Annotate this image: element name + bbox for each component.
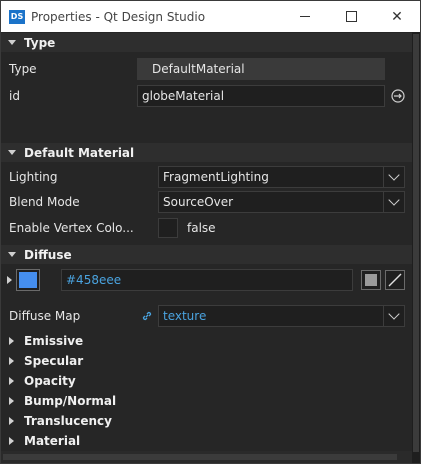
section-title: Translucency	[24, 414, 112, 428]
collapse-arrow-icon	[9, 357, 14, 365]
row-lighting: Lighting FragmentLighting	[1, 164, 412, 190]
section-title: Diffuse	[24, 247, 72, 262]
section-header-material[interactable]: Material	[1, 431, 412, 451]
section-header-type[interactable]: Type	[1, 33, 412, 52]
section-header-bump-normal[interactable]: Bump/Normal	[1, 391, 412, 411]
collapse-arrow-icon	[9, 377, 14, 385]
section-header-default-material[interactable]: Default Material	[1, 143, 412, 162]
row-diffuse-map: Diffuse Map texture	[1, 303, 412, 329]
section-header-opacity[interactable]: Opacity	[1, 371, 412, 391]
color-swatch[interactable]	[16, 269, 40, 291]
title-bar[interactable]: DS Properties - Qt Design Studio ✕	[1, 1, 420, 32]
window-title: Properties - Qt Design Studio	[31, 9, 206, 24]
row-blend-mode: Blend Mode SourceOver	[1, 189, 412, 215]
row-id: id globeMaterial	[1, 83, 412, 109]
color-hex-field[interactable]: #458eee	[61, 269, 353, 291]
type-value: DefaultMaterial	[137, 58, 385, 80]
section-title: Bump/Normal	[24, 394, 117, 408]
expand-color-editor-icon[interactable]	[7, 276, 12, 284]
maximize-icon	[345, 11, 357, 22]
vertical-scrollbar[interactable]	[412, 32, 420, 463]
horizontal-scrollbar[interactable]	[1, 451, 412, 463]
collapse-arrow-icon	[9, 437, 14, 445]
app-icon: DS	[9, 9, 25, 24]
diffuse-map-label: Diffuse Map	[9, 309, 81, 323]
expand-arrow-icon	[8, 40, 16, 45]
id-field[interactable]: globeMaterial	[137, 85, 385, 107]
link-icon[interactable]	[141, 310, 153, 322]
chevron-down-icon	[388, 308, 400, 320]
vertex-colors-checkbox[interactable]	[158, 218, 178, 238]
transparent-color-button[interactable]	[385, 270, 405, 290]
id-label: id	[9, 89, 20, 103]
section-header-diffuse[interactable]: Diffuse	[1, 245, 412, 264]
type-label: Type	[9, 62, 37, 76]
window-controls: ✕	[282, 1, 420, 32]
collapse-arrow-icon	[9, 397, 14, 405]
no-color-icon	[388, 273, 402, 287]
blend-mode-label: Blend Mode	[9, 195, 80, 209]
blend-mode-combobox[interactable]: SourceOver	[158, 191, 405, 213]
close-icon: ✕	[391, 8, 403, 25]
vertical-scrollbar-thumb[interactable]	[413, 34, 419, 452]
alias-export-icon[interactable]	[391, 89, 405, 103]
expand-arrow-icon	[8, 150, 16, 155]
section-header-emissive[interactable]: Emissive	[1, 331, 412, 351]
horizontal-scrollbar-thumb[interactable]	[3, 454, 397, 460]
chevron-down-icon	[388, 169, 400, 181]
row-vertex-colors: Enable Vertex Colo... false	[1, 215, 412, 241]
section-title: Specular	[24, 354, 84, 368]
section-header-translucency[interactable]: Translucency	[1, 411, 412, 431]
blend-mode-value: SourceOver	[163, 195, 234, 209]
chevron-down-icon	[388, 194, 400, 206]
solid-color-button[interactable]	[361, 270, 381, 290]
expand-arrow-icon	[8, 252, 16, 257]
vertex-colors-label: Enable Vertex Colo...	[9, 221, 134, 235]
row-type: Type DefaultMaterial	[1, 56, 412, 82]
color-swatch-fill	[19, 272, 37, 288]
row-diffuse-color: #458eee	[1, 266, 412, 294]
section-title: Type	[24, 35, 56, 50]
section-header-specular[interactable]: Specular	[1, 351, 412, 371]
section-title: Opacity	[24, 374, 76, 388]
section-title: Default Material	[24, 145, 135, 160]
section-title: Emissive	[24, 334, 84, 348]
properties-window: DS Properties - Qt Design Studio ✕ Type …	[0, 0, 421, 464]
collapse-arrow-icon	[9, 337, 14, 345]
solid-color-icon	[365, 274, 377, 286]
combo-arrow	[383, 167, 404, 187]
section-title: Material	[24, 434, 81, 448]
properties-panel: Type Type DefaultMaterial id globeMateri…	[1, 32, 420, 463]
combo-arrow	[383, 192, 404, 212]
lighting-label: Lighting	[9, 170, 58, 184]
combo-arrow	[383, 306, 404, 326]
collapse-arrow-icon	[9, 417, 14, 425]
maximize-button[interactable]	[328, 1, 374, 32]
close-button[interactable]: ✕	[374, 1, 420, 32]
diffuse-map-combobox[interactable]: texture	[158, 305, 405, 327]
lighting-value: FragmentLighting	[163, 170, 269, 184]
minimize-button[interactable]	[282, 1, 328, 32]
diffuse-map-value: texture	[163, 309, 207, 323]
vertex-colors-value: false	[187, 221, 216, 235]
minimize-icon	[300, 16, 310, 17]
lighting-combobox[interactable]: FragmentLighting	[158, 166, 405, 188]
